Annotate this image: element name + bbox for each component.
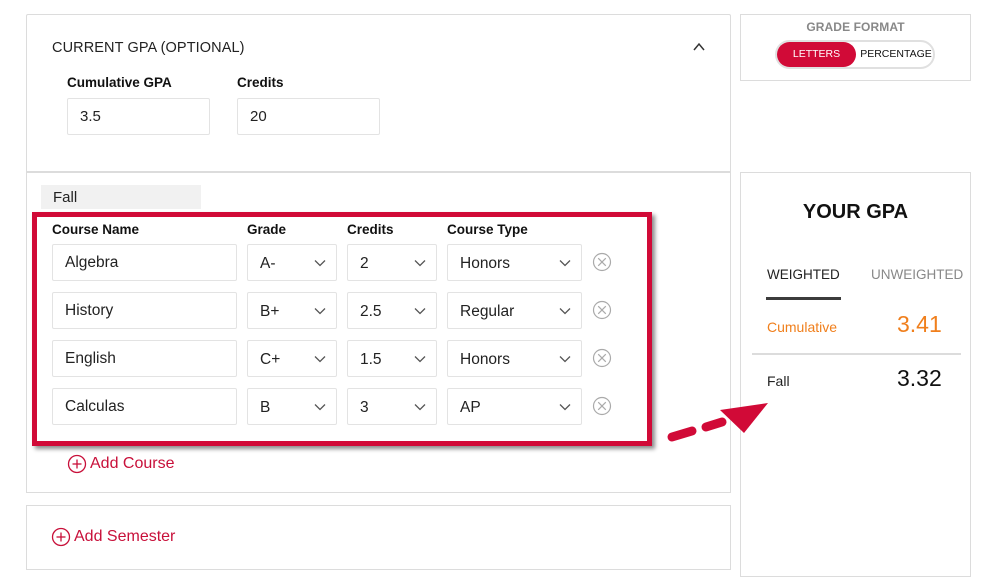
tab-weighted[interactable]: WEIGHTED (767, 267, 840, 282)
grade-select[interactable]: A- (247, 244, 337, 281)
credits-label: Credits (237, 75, 284, 90)
grade-format-panel: GRADE FORMAT LETTERS PERCENTAGE (740, 14, 971, 81)
your-gpa-title: YOUR GPA (802, 201, 909, 223)
credits-value: 2 (360, 255, 369, 272)
col-head-credits: Credits (347, 222, 394, 237)
chevron-down-icon (414, 260, 426, 267)
col-head-course-type: Course Type (447, 222, 528, 237)
credits-select[interactable]: 2.5 (347, 292, 437, 329)
remove-course-icon[interactable] (592, 252, 612, 272)
add-course-label: Add Course (90, 455, 175, 472)
credits-select[interactable]: 3 (347, 388, 437, 425)
add-semester-button[interactable]: Add Semester (51, 527, 175, 547)
dashed-arrow-icon (667, 403, 768, 442)
course-type-select[interactable]: AP (447, 388, 582, 425)
grade-select[interactable]: C+ (247, 340, 337, 377)
current-gpa-panel: CURRENT GPA (OPTIONAL) Cumulative GPA 3.… (26, 14, 731, 172)
course-name-input[interactable]: Algebra (52, 244, 237, 281)
credits-value: 1.5 (360, 351, 382, 368)
remove-course-icon[interactable] (592, 348, 612, 368)
chevron-down-icon (414, 356, 426, 363)
chevron-down-icon (559, 356, 571, 363)
divider (752, 353, 961, 355)
cumulative-gpa-label: Cumulative GPA (67, 75, 172, 90)
course-name-input[interactable]: English (52, 340, 237, 377)
add-course-button[interactable]: Add Course (67, 454, 175, 474)
grade-value: A- (260, 255, 276, 272)
col-head-course-name: Course Name (52, 222, 140, 237)
active-tab-indicator (766, 297, 841, 300)
chevron-down-icon (314, 356, 326, 363)
grade-select[interactable]: B+ (247, 292, 337, 329)
grade-format-title: GRADE FORMAT (806, 20, 905, 34)
plus-circle-icon (67, 454, 87, 474)
course-type-value: Honors (460, 351, 510, 368)
chevron-down-icon (559, 308, 571, 315)
chevron-up-icon[interactable] (691, 39, 707, 55)
grade-value: B+ (260, 303, 280, 320)
course-type-value: AP (460, 399, 481, 416)
letters-option[interactable]: LETTERS (777, 42, 856, 67)
chevron-down-icon (314, 404, 326, 411)
semester-gpa-value: 3.32 (897, 365, 942, 391)
chevron-down-icon (414, 308, 426, 315)
col-head-grade: Grade (247, 222, 287, 237)
chevron-down-icon (314, 308, 326, 315)
cumulative-gpa-value: 3.41 (897, 311, 942, 337)
cumulative-label: Cumulative (767, 319, 838, 335)
credits-value: 2.5 (360, 303, 382, 320)
gpa-result-panel: YOUR GPA WEIGHTED UNWEIGHTED Cumulative … (740, 172, 971, 577)
credits-value: 3 (360, 399, 369, 416)
course-name-input[interactable]: Calculas (52, 388, 237, 425)
semester-panel: Fall Course Name Grade Credits Course Ty… (26, 172, 731, 493)
credits-select[interactable]: 1.5 (347, 340, 437, 377)
semester-gpa-label: Fall (767, 373, 790, 389)
remove-course-icon[interactable] (592, 396, 612, 416)
course-name-input[interactable]: History (52, 292, 237, 329)
add-semester-label: Add Semester (74, 528, 176, 545)
plus-circle-icon (51, 527, 71, 547)
current-gpa-title: CURRENT GPA (OPTIONAL) (52, 40, 245, 56)
semester-name-tab[interactable]: Fall (41, 185, 201, 209)
course-type-value: Honors (460, 255, 510, 272)
cumulative-gpa-input[interactable]: 3.5 (67, 98, 210, 135)
chevron-down-icon (559, 260, 571, 267)
tab-unweighted[interactable]: UNWEIGHTED (871, 267, 963, 282)
remove-course-icon[interactable] (592, 300, 612, 320)
course-type-value: Regular (460, 303, 515, 320)
credits-select[interactable]: 2 (347, 244, 437, 281)
add-semester-panel: Add Semester (26, 505, 731, 570)
chevron-down-icon (559, 404, 571, 411)
grade-value: C+ (260, 351, 281, 368)
grade-format-toggle[interactable]: LETTERS PERCENTAGE (775, 40, 935, 69)
percentage-option[interactable]: PERCENTAGE (857, 42, 935, 67)
chevron-down-icon (414, 404, 426, 411)
course-type-select[interactable]: Regular (447, 292, 582, 329)
chevron-down-icon (314, 260, 326, 267)
course-type-select[interactable]: Honors (447, 244, 582, 281)
credits-input[interactable]: 20 (237, 98, 380, 135)
course-type-select[interactable]: Honors (447, 340, 582, 377)
grade-select[interactable]: B (247, 388, 337, 425)
grade-value: B (260, 399, 271, 416)
